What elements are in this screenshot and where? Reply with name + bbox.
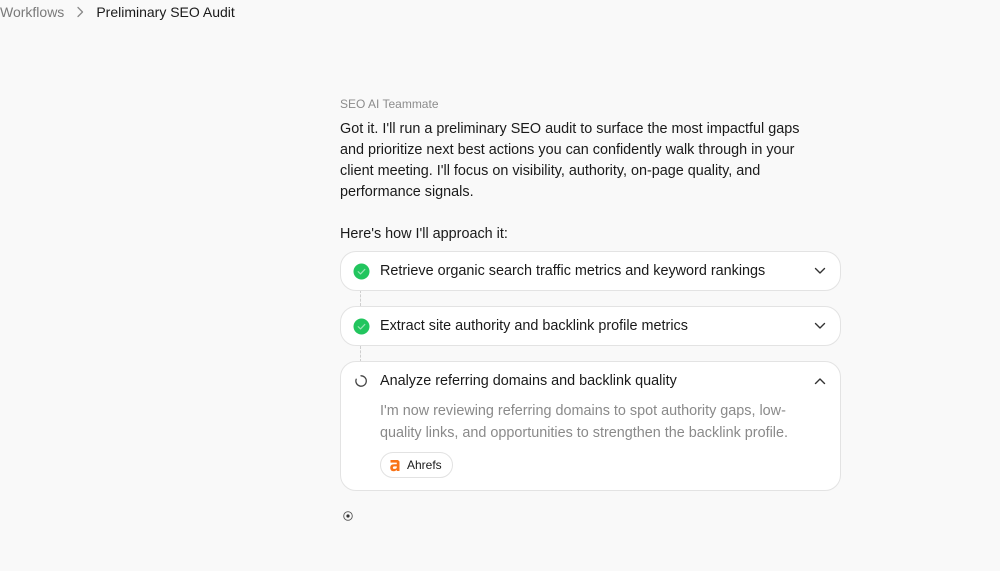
chevron-down-icon[interactable]: [812, 318, 828, 334]
step-label: Analyze referring domains and backlink q…: [380, 373, 677, 389]
step-label: Extract site authority and backlink prof…: [380, 318, 688, 334]
tool-chip-label: Ahrefs: [407, 458, 442, 472]
spinner-icon: [352, 372, 370, 390]
check-circle-icon: [352, 317, 370, 335]
workflow-page: Workflows Preliminary SEO Audit SEO AI T…: [0, 0, 1000, 571]
step-label: Retrieve organic search traffic metrics …: [380, 263, 766, 279]
step-header[interactable]: Retrieve organic search traffic metrics …: [341, 252, 840, 290]
chevron-up-icon[interactable]: [812, 373, 828, 389]
approach-intro: Here's how I'll approach it:: [340, 226, 508, 242]
chevron-right-icon: [64, 6, 96, 18]
sender-name: SEO AI Teammate: [340, 97, 439, 111]
message-text: Got it. I'll run a preliminary SEO audit…: [340, 121, 800, 200]
chevron-down-icon[interactable]: [812, 263, 828, 279]
step-header[interactable]: Analyze referring domains and backlink q…: [341, 362, 840, 400]
check-circle-icon: [352, 262, 370, 280]
page-title: Preliminary SEO Audit: [96, 4, 235, 20]
step-details: I'm now reviewing referring domains to s…: [341, 400, 840, 490]
step-connector: [360, 346, 361, 362]
streaming-indicator-icon: [343, 511, 353, 521]
step-connector: [360, 290, 361, 306]
plan-steps: Retrieve organic search traffic metrics …: [340, 251, 841, 491]
ahrefs-logo-icon: [389, 458, 401, 472]
step-detail-text: I'm now reviewing referring domains to s…: [380, 403, 788, 441]
plan-step: Retrieve organic search traffic metrics …: [340, 251, 841, 291]
assistant-message: SEO AI Teammate Got it. I'll run a preli…: [340, 97, 842, 506]
plan-step-active: Analyze referring domains and backlink q…: [340, 361, 841, 491]
tool-chip-ahrefs[interactable]: Ahrefs: [380, 452, 453, 478]
plan-step: Extract site authority and backlink prof…: [340, 306, 841, 346]
step-header[interactable]: Extract site authority and backlink prof…: [341, 307, 840, 345]
breadcrumb: Workflows Preliminary SEO Audit: [0, 3, 235, 21]
breadcrumb-workflows-link[interactable]: Workflows: [0, 4, 64, 20]
